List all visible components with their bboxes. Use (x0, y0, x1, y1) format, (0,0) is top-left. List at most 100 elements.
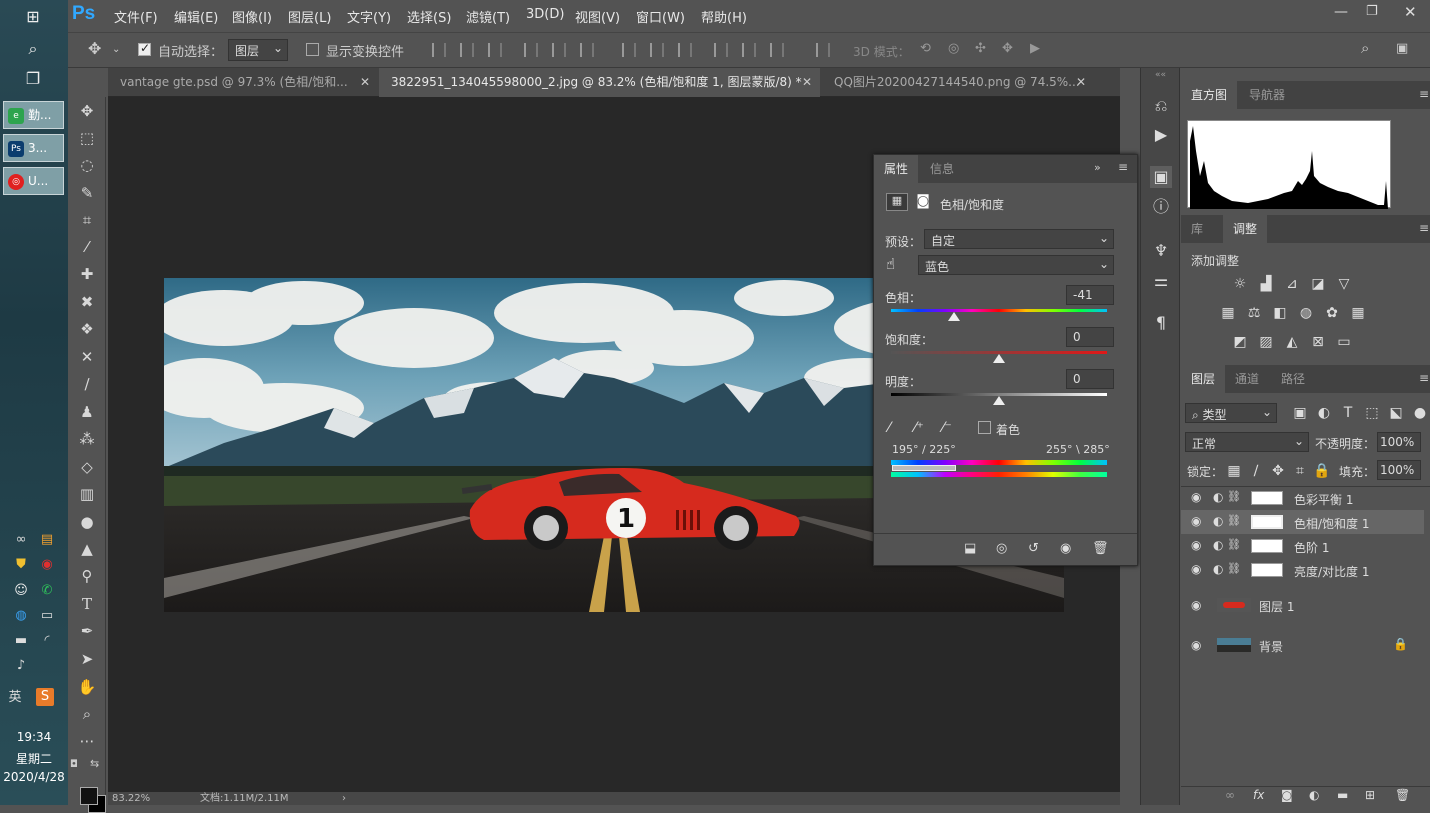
colorize-checkbox[interactable] (978, 421, 991, 434)
lightness-input[interactable]: 0 (1066, 369, 1114, 389)
menu-image[interactable]: 图像(I) (232, 7, 272, 26)
3d-slide-icon[interactable]: ✥ (1002, 41, 1013, 56)
layer-mask-thumbnail[interactable] (1251, 491, 1283, 505)
type-tool-icon[interactable]: T (75, 592, 99, 616)
character-icon[interactable]: ¶ (1150, 312, 1172, 334)
layer-row-selected[interactable]: ◉ ◐ ⛓ 色相/饱和度 1 (1181, 510, 1424, 534)
link-layers-icon[interactable]: ∞ (1225, 788, 1235, 802)
eye-icon[interactable]: ◉ (1191, 490, 1201, 504)
eye-icon[interactable]: ◉ (1191, 538, 1201, 552)
adjustment-layer-icon[interactable]: ▦ (886, 193, 908, 211)
exposure-icon[interactable]: ◪ (1309, 276, 1327, 292)
restore-icon[interactable]: ❐ (1366, 4, 1378, 19)
filter-toggle-icon[interactable]: ● (1411, 405, 1429, 421)
eraser-tool-icon[interactable]: ◇ (75, 455, 99, 479)
path-select-tool-icon[interactable]: ➤ (75, 647, 99, 671)
gradient-map-icon[interactable]: ▭ (1335, 334, 1353, 350)
tab-vantage-gte[interactable]: vantage gte.psd @ 97.3% (色相/饱和... ✕ (108, 68, 378, 97)
saturation-input[interactable]: 0 (1066, 327, 1114, 347)
weibo-icon[interactable]: ◉ (38, 556, 56, 574)
chevron-right-icon[interactable]: › (342, 792, 346, 805)
pen-tool-icon[interactable]: ✒ (75, 619, 99, 643)
marquee-tool-icon[interactable]: ⬚ (75, 126, 99, 150)
layer-filter-dropdown[interactable]: ⌕ 类型 ⌄ (1185, 403, 1277, 423)
wechat-icon[interactable]: ✆ (38, 582, 56, 600)
saturation-slider-thumb[interactable] (993, 354, 1005, 363)
tab-libraries[interactable]: 库 (1181, 215, 1213, 243)
eye-icon[interactable]: ◉ (1191, 638, 1201, 652)
preset-dropdown[interactable]: 自定 ⌄ (924, 229, 1114, 249)
levels-icon[interactable]: ▟ (1257, 276, 1275, 292)
panel-menu-icon[interactable]: ≡ (1419, 87, 1429, 101)
layer-name[interactable]: 色彩平衡 1 (1294, 491, 1353, 508)
new-adjustment-icon[interactable]: ◐ (1309, 788, 1319, 802)
eyedropper-icon[interactable]: ⁄ (888, 420, 890, 436)
lightness-slider-thumb[interactable] (993, 396, 1005, 405)
vibrance-icon[interactable]: ▽ (1335, 276, 1353, 292)
visibility-icon[interactable]: ◉ (1060, 541, 1071, 556)
ime-indicator[interactable]: 英 (6, 689, 24, 707)
3d-orbit-icon[interactable]: ⟲ (920, 41, 931, 56)
shield-icon[interactable]: ⛊ (12, 556, 30, 574)
align-right-icon[interactable] (580, 43, 594, 57)
opacity-input[interactable]: 100% (1377, 432, 1421, 452)
tab-navigator[interactable]: 导航器 (1239, 81, 1295, 109)
new-layer-icon[interactable]: ⊞ (1365, 788, 1375, 802)
align-left-icon[interactable] (524, 43, 538, 57)
align-hcenter-icon[interactable] (552, 43, 566, 57)
lasso-tool-icon[interactable]: ◌ (75, 153, 99, 177)
layer-thumbnail[interactable] (1217, 598, 1251, 612)
layer-row[interactable]: ◉ ◐ ⛓ 亮度/对比度 1 (1181, 558, 1424, 582)
layer-mask-thumbnail[interactable] (1251, 515, 1283, 529)
add-mask-icon[interactable]: ◙ (1281, 788, 1293, 802)
distribute-top-icon[interactable] (622, 43, 636, 57)
volume-icon[interactable]: ♪ (12, 657, 30, 675)
folder-icon[interactable]: ▤ (38, 531, 56, 549)
properties-icon[interactable]: ▣ (1150, 166, 1172, 188)
hue-sat-icon[interactable]: ▦ (1219, 305, 1237, 321)
layer-mask-thumbnail[interactable] (1251, 539, 1283, 553)
layer-thumbnail[interactable] (1217, 638, 1251, 652)
reset-icon[interactable]: ↺ (1028, 541, 1039, 556)
eye-icon[interactable]: ◉ (1191, 562, 1201, 576)
menu-help[interactable]: 帮助(H) (701, 7, 747, 26)
layer-mask-thumbnail[interactable] (1251, 563, 1283, 577)
tab-active-document[interactable]: 3822951_134045598000_2.jpg @ 83.2% (色相/饱… (379, 68, 820, 97)
menu-file[interactable]: 文件(F) (114, 7, 158, 26)
tab-histogram[interactable]: 直方图 (1181, 81, 1238, 109)
lock-artboard-icon[interactable]: ⌗ (1291, 463, 1309, 479)
filter-shape-icon[interactable]: ⬚ (1363, 405, 1381, 421)
invert-icon[interactable]: ◩ (1231, 334, 1249, 350)
fx-icon[interactable]: fx (1253, 788, 1264, 802)
qq-icon[interactable]: ☺ (12, 582, 30, 600)
black-white-icon[interactable]: ◧ (1271, 305, 1289, 321)
brightness-icon[interactable]: ☼ (1231, 276, 1249, 292)
search-icon[interactable]: ⌕ (22, 38, 44, 60)
posterize-icon[interactable]: ▨ (1257, 334, 1275, 350)
targeted-adjustment-icon[interactable]: ☝ (886, 255, 895, 273)
task-view-icon[interactable]: ❐ (22, 68, 44, 90)
menu-window[interactable]: 窗口(W) (636, 7, 685, 26)
auto-select-dropdown[interactable]: 图层 ⌄ (228, 39, 288, 61)
patch-tool-icon[interactable]: ✖ (75, 290, 99, 314)
clone-stamp-icon[interactable]: ♟ (75, 400, 99, 424)
link-icon[interactable]: ⛓ (1227, 538, 1241, 551)
curves-icon[interactable]: ⊿ (1283, 276, 1301, 292)
tab-properties[interactable]: 属性 (874, 155, 919, 183)
color-lookup-icon[interactable]: ▦ (1349, 305, 1367, 321)
selective-color-icon[interactable]: ⊠ (1309, 334, 1327, 350)
close-tab-icon[interactable]: ✕ (802, 68, 812, 97)
brush-tool-icon[interactable]: ∕ (75, 372, 99, 396)
move-tool-icon[interactable]: ✥ (75, 99, 99, 123)
align-vcenter-icon[interactable] (460, 43, 474, 57)
history-icon[interactable]: ⎌ (1150, 95, 1172, 117)
range-selector[interactable] (892, 465, 956, 471)
hand-tool-icon[interactable]: ✋ (75, 675, 99, 699)
hue-slider-track[interactable] (891, 309, 1107, 312)
distribute-vcenter-icon[interactable] (650, 43, 664, 57)
clip-to-layer-icon[interactable]: ⬓ (964, 541, 976, 556)
lock-transparent-icon[interactable]: ▦ (1225, 463, 1243, 479)
layer-name[interactable]: 图层 1 (1259, 598, 1294, 615)
distribute-hcenter-icon[interactable] (742, 43, 756, 57)
healing-brush-icon[interactable]: ✚ (75, 262, 99, 286)
